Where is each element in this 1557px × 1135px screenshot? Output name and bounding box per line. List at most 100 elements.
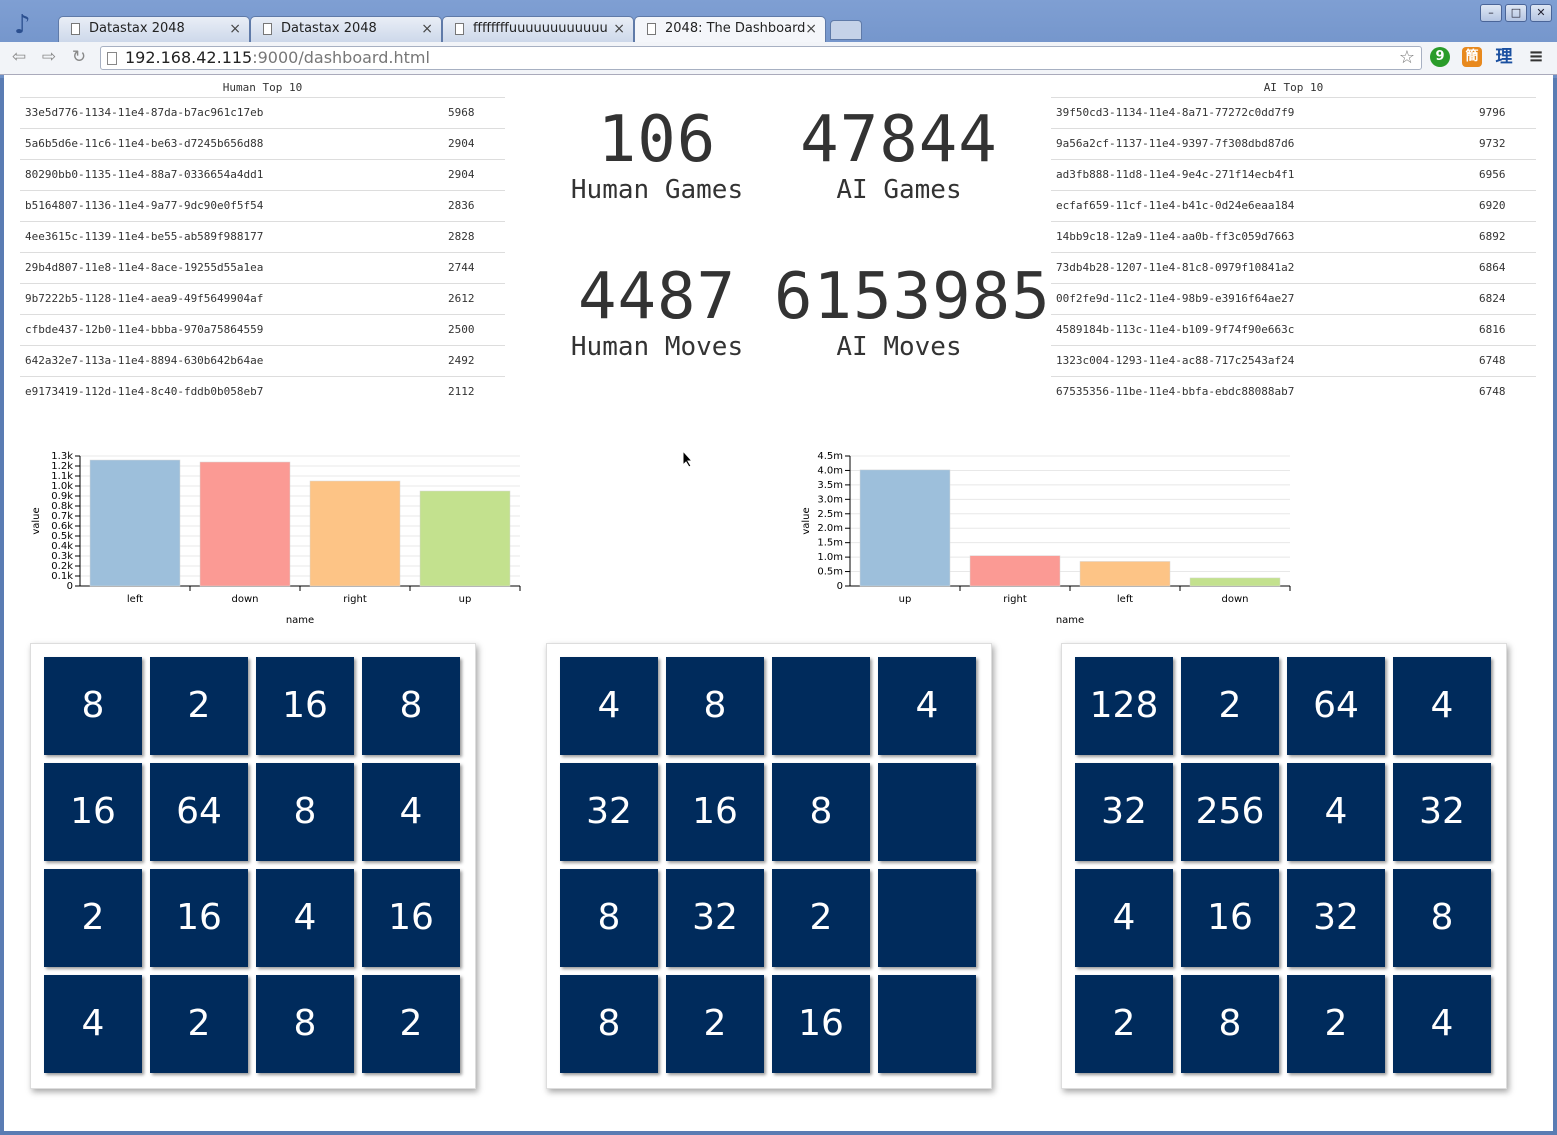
human-top-game-id: e9173419-112d-11e4-8c40-fddb0b058eb7 — [25, 385, 264, 398]
url-host: 192.168.42.115 — [125, 48, 253, 67]
human-top-game-id: 4ee3615c-1139-11e4-be55-ab589f988177 — [25, 230, 264, 243]
human-top-table: Human Top 10 33e5d776-1134-11e4-87da-b7a… — [20, 79, 505, 407]
human-top-title: Human Top 10 — [20, 79, 505, 98]
board-tile: 2 — [1075, 975, 1173, 1073]
ai-top-score: 6956 — [1479, 168, 1506, 181]
menu-icon[interactable]: ≡ — [1526, 47, 1546, 67]
human-moves-label: Human Moves — [570, 332, 744, 362]
human-top-row: cfbde437-12b0-11e4-bbba-970a75864559 2500 — [20, 315, 505, 346]
board-tile: 4 — [1393, 975, 1491, 1073]
close-tab-icon[interactable]: × — [613, 17, 625, 41]
ai-games-stat: 47844 AI Games — [774, 105, 1024, 205]
board-tile — [878, 763, 976, 861]
forward-icon[interactable]: ⇨ — [38, 46, 60, 68]
tab-2[interactable]: Datastax 2048 × — [250, 16, 442, 42]
x-tick-label: right — [343, 594, 367, 605]
board-tile: 4 — [1393, 657, 1491, 755]
ai-top-row: 14bb9c18-12a9-11e4-aa0b-ff3c059d7663 6892 — [1051, 222, 1536, 253]
board-tile: 16 — [772, 975, 870, 1073]
y-tick-label: 0 — [837, 581, 843, 592]
board-tile: 4 — [44, 975, 142, 1073]
tab-title: Datastax 2048 — [281, 21, 377, 36]
board-tile — [878, 975, 976, 1073]
x-tick-label: right — [1003, 594, 1027, 605]
y-tick-label: 0.8k — [51, 501, 73, 512]
minimize-button[interactable]: – — [1480, 4, 1502, 22]
tab-title: Datastax 2048 — [89, 21, 185, 36]
ai-top-score: 6748 — [1479, 385, 1506, 398]
ai-top-game-id: 39f50cd3-1134-11e4-8a71-77272c0dd7f9 — [1056, 106, 1295, 119]
bar-right — [309, 480, 401, 587]
hangouts-extension-icon[interactable]: 9 — [1430, 47, 1450, 67]
board-tile: 2 — [44, 869, 142, 967]
x-tick-label: left — [1117, 594, 1133, 605]
tab-4-active[interactable]: 2048: The Dashboard × — [634, 16, 826, 43]
address-bar[interactable]: 192.168.42.115:9000/dashboard.html ☆ — [100, 46, 1422, 70]
ai-top-game-id: 4589184b-113c-11e4-b109-9f74f90e663c — [1056, 323, 1295, 336]
ai-top-row: 4589184b-113c-11e4-b109-9f74f90e663c 6816 — [1051, 315, 1536, 346]
reader-extension-icon[interactable]: 理 — [1494, 47, 1514, 67]
board-tile: 4 — [878, 657, 976, 755]
close-window-button[interactable]: ✕ — [1530, 4, 1552, 22]
extension-icon[interactable]: 簡 — [1462, 47, 1482, 67]
ai-top-row: 67535356-11be-11e4-bbfa-ebdc88088ab7 6748 — [1051, 377, 1536, 407]
human-moves-value: 4487 — [577, 260, 737, 334]
human-games-stat: 106 Human Games — [557, 105, 757, 205]
human-top-score: 2744 — [448, 261, 475, 274]
ai-top-score: 6892 — [1479, 230, 1506, 243]
ai-top-game-id: ad3fb888-11d8-11e4-9e4c-271f14ecb4f1 — [1056, 168, 1295, 181]
ai-top-row: 39f50cd3-1134-11e4-8a71-77272c0dd7f9 9796 — [1051, 98, 1536, 129]
human-moves-stat: 4487 Human Moves — [557, 262, 757, 362]
board-tile: 16 — [1181, 869, 1279, 967]
board-tile: 8 — [256, 975, 354, 1073]
close-tab-icon[interactable]: × — [805, 17, 817, 41]
ai-top-score: 9796 — [1479, 106, 1506, 119]
y-tick-label: 2.5m — [817, 509, 843, 520]
tab-3[interactable]: ffffffffuuuuuuuuuuuu × — [442, 16, 634, 42]
bookmark-star-icon[interactable]: ☆ — [1399, 47, 1415, 69]
tab-title: 2048: The Dashboard — [665, 21, 806, 36]
board-tile: 8 — [560, 869, 658, 967]
y-tick-label: 3.5m — [817, 480, 843, 491]
y-tick-label: 0.3k — [51, 551, 73, 562]
ai-top-game-id: ecfaf659-11cf-11e4-b41c-0d24e6eaa184 — [1056, 199, 1295, 212]
board-tile — [772, 657, 870, 755]
human-top-row: e9173419-112d-11e4-8c40-fddb0b058eb7 2112 — [20, 377, 505, 407]
close-tab-icon[interactable]: × — [421, 17, 433, 41]
human-top-row: 5a6b5d6e-11c6-11e4-be63-d7245b656d88 2904 — [20, 129, 505, 160]
bar-right — [969, 555, 1061, 587]
human-top-game-id: 33e5d776-1134-11e4-87da-b7ac961c17eb — [25, 106, 264, 119]
x-tick-label: down — [232, 594, 259, 605]
ai-games-label: AI Games — [836, 175, 962, 205]
ai-top-score: 6920 — [1479, 199, 1506, 212]
board-tile — [878, 869, 976, 967]
board-tile: 32 — [1075, 763, 1173, 861]
board-tile: 2 — [150, 975, 248, 1073]
x-tick-label: down — [1222, 594, 1249, 605]
y-tick-label: 0.9k — [51, 491, 73, 502]
human-top-score: 2612 — [448, 292, 475, 305]
maximize-button[interactable]: □ — [1505, 4, 1527, 22]
human-top-score: 5968 — [448, 106, 475, 119]
ai-moves-stat: 6153985 AI Moves — [774, 262, 1050, 362]
ai-top-game-id: 00f2fe9d-11c2-11e4-98b9-e3916f64ae27 — [1056, 292, 1295, 305]
human-top-row: b5164807-1136-11e4-9a77-9dc90e0f5f54 2836 — [20, 191, 505, 222]
back-icon[interactable]: ⇦ — [8, 46, 30, 68]
bar-down — [1189, 577, 1281, 587]
tab-1[interactable]: Datastax 2048 × — [58, 16, 250, 42]
y-tick-label: 0.1k — [51, 571, 73, 582]
page-icon — [263, 23, 272, 35]
human-top-score: 2112 — [448, 385, 475, 398]
board-tile: 4 — [256, 869, 354, 967]
bar-left — [89, 459, 181, 587]
board-tile: 4 — [560, 657, 658, 755]
y-tick-label: 1.0k — [51, 481, 73, 492]
new-tab-button[interactable] — [830, 20, 862, 40]
human-top-score: 2904 — [448, 137, 475, 150]
y-tick-label: 1.3k — [51, 451, 73, 462]
close-tab-icon[interactable]: × — [229, 17, 241, 41]
reload-icon[interactable]: ↻ — [68, 46, 90, 68]
ai-top-title: AI Top 10 — [1051, 79, 1536, 98]
y-tick-label: 1.1k — [51, 471, 73, 482]
human-top-score: 2492 — [448, 354, 475, 367]
